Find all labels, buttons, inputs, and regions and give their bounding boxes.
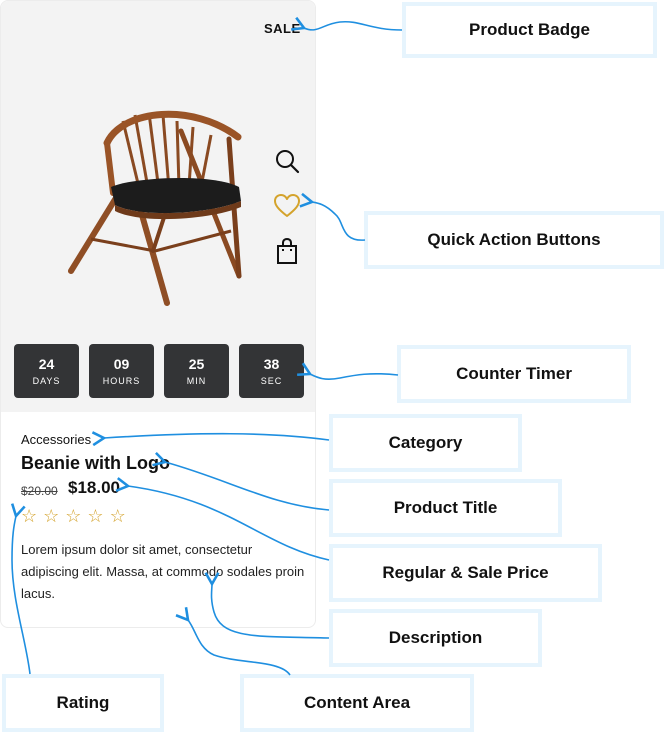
timer-seconds: 38 SEC (239, 344, 304, 398)
quick-view-button[interactable] (271, 145, 303, 177)
callout-regular-sale-price: Regular & Sale Price (329, 544, 602, 602)
timer-value: 09 (113, 356, 130, 372)
star-rating: ☆ ☆ ☆ ☆ ☆ (21, 506, 126, 526)
product-title[interactable]: Beanie with Logo (21, 453, 170, 474)
sale-price: $18.00 (68, 478, 120, 497)
timer-label: DAYS (32, 376, 61, 386)
product-description: Lorem ipsum dolor sit amet, consectetur … (21, 542, 305, 601)
callout-product-title: Product Title (329, 479, 562, 537)
star-icon: ☆ (65, 506, 82, 526)
timer-value: 25 (188, 356, 205, 372)
product-category[interactable]: Accessories (21, 432, 91, 447)
timer-label: HOURS (102, 376, 141, 386)
star-icon: ☆ (109, 506, 126, 526)
arrow-quick-actions (299, 192, 366, 241)
timer-minutes: 25 MIN (164, 344, 229, 398)
star-icon: ☆ (43, 506, 60, 526)
arrow-timer (297, 362, 399, 381)
product-image[interactable] (63, 101, 253, 311)
timer-days: 24 DAYS (14, 344, 79, 398)
callout-rating: Rating (2, 674, 164, 732)
heart-icon (274, 194, 300, 217)
callout-quick-action-buttons: Quick Action Buttons (364, 211, 664, 269)
timer-hours: 09 HOURS (89, 344, 154, 398)
arrow-badge (291, 16, 403, 31)
callout-content-area: Content Area (240, 674, 474, 732)
add-to-cart-button[interactable] (271, 235, 303, 267)
callout-description: Description (329, 609, 542, 667)
star-icon: ☆ (21, 506, 38, 526)
content-area: Accessories Beanie with Logo $20.00 $18.… (1, 412, 315, 627)
star-icon: ☆ (87, 506, 104, 526)
regular-price: $20.00 (21, 484, 58, 498)
callout-counter-timer: Counter Timer (397, 345, 631, 403)
timer-label: SEC (260, 376, 283, 386)
timer-label: MIN (186, 376, 207, 386)
product-badge: SALE (264, 21, 301, 36)
product-media: SALE 24 DAYS 09 HOURS 25 MIN 38 SEC (1, 1, 315, 412)
callout-category: Category (329, 414, 522, 472)
search-icon (276, 150, 300, 174)
arrow-content-area (175, 607, 291, 676)
timer-value: 38 (263, 356, 280, 372)
bag-icon (277, 237, 297, 264)
timer-value: 24 (38, 356, 55, 372)
countdown-timer: 24 DAYS 09 HOURS 25 MIN 38 SEC (14, 344, 304, 398)
callout-product-badge: Product Badge (402, 2, 657, 58)
product-card: SALE 24 DAYS 09 HOURS 25 MIN 38 SEC Acce… (0, 0, 316, 628)
wishlist-button[interactable] (271, 190, 303, 222)
